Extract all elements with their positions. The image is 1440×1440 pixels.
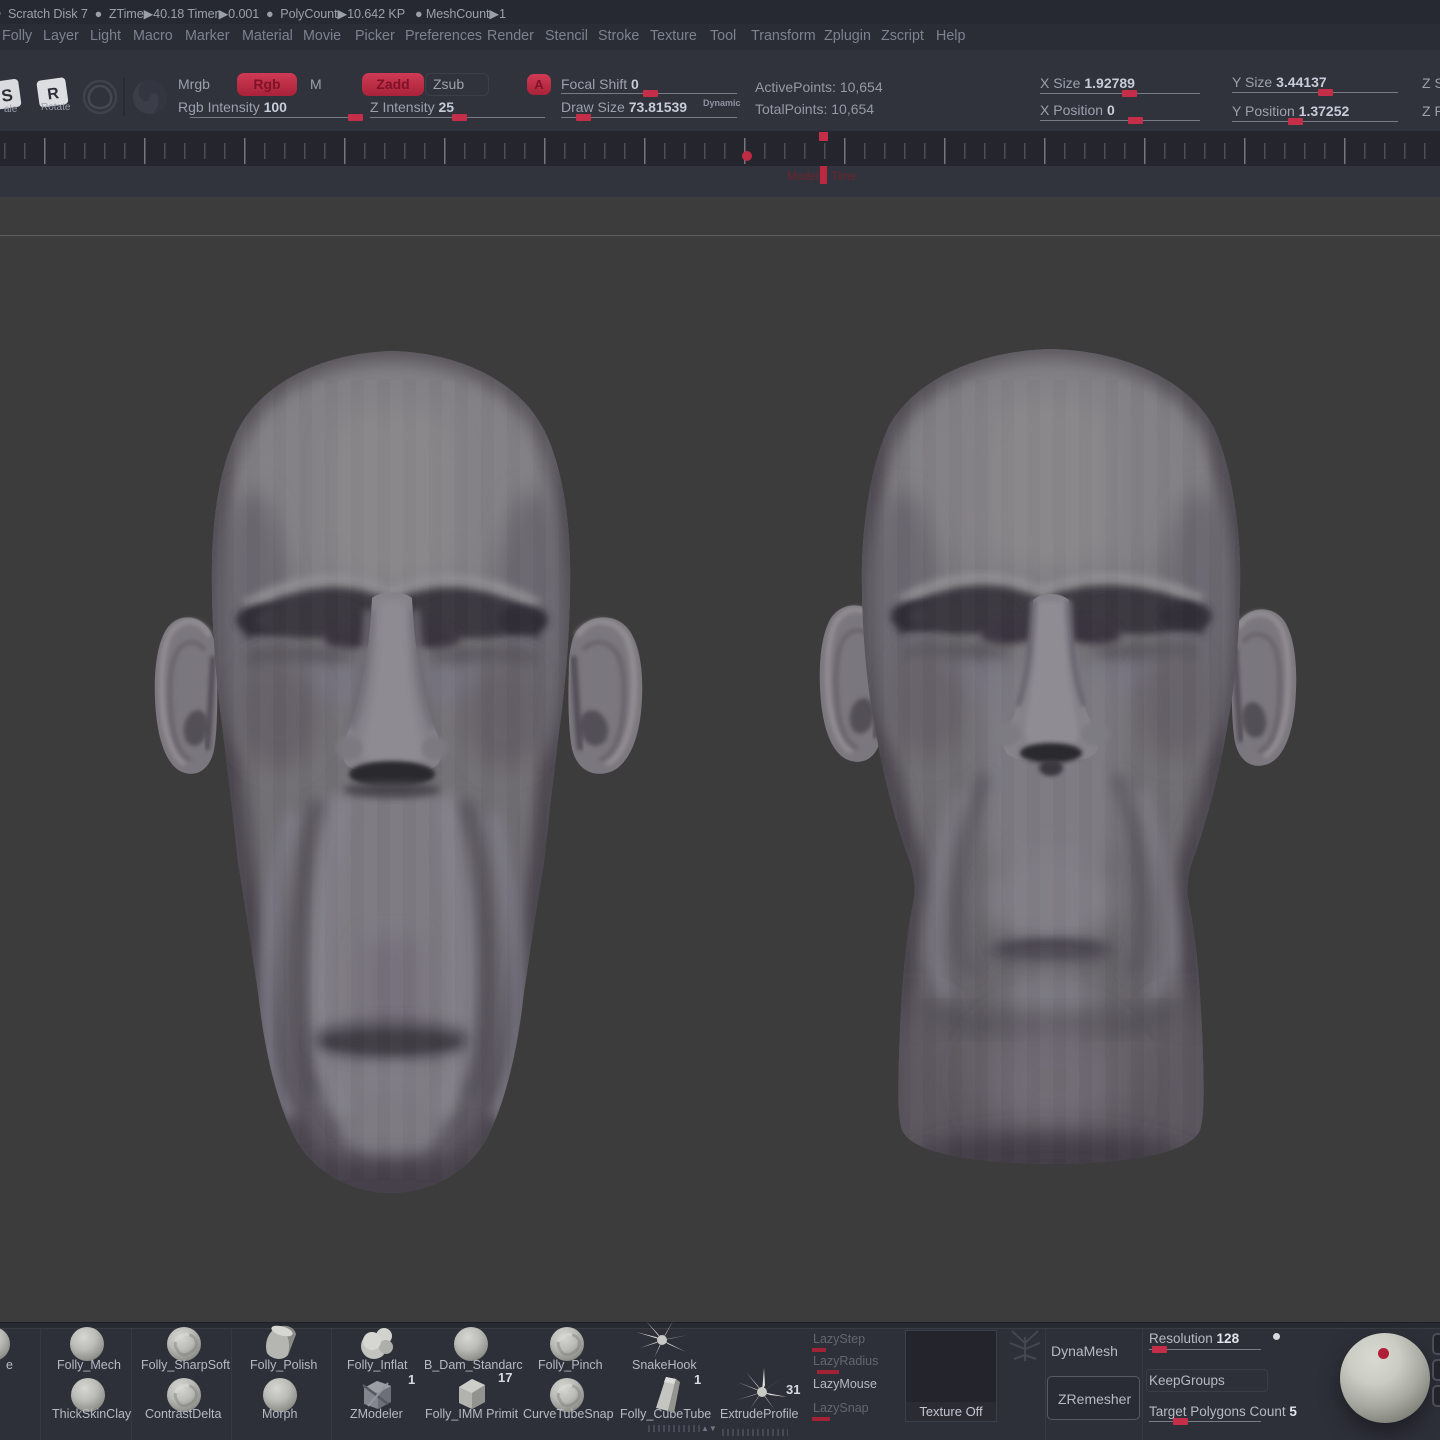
svg-text:ale: ale [4,104,18,115]
svg-text:Rotate: Rotate [41,102,71,113]
